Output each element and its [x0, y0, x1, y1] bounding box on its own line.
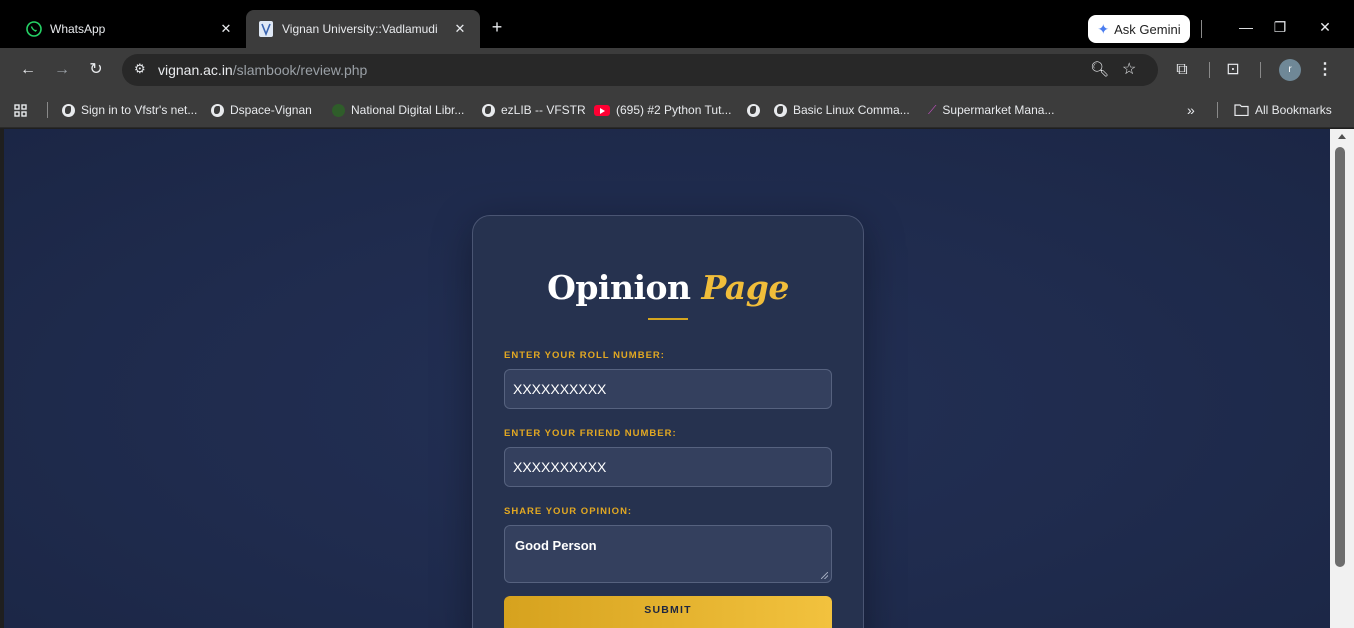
- profile-avatar[interactable]: r: [1279, 59, 1301, 81]
- page-viewport: Opinion Page ENTER YOUR ROLL NUMBER: XXX…: [4, 129, 1330, 628]
- tab-search-icon[interactable]: ⊡: [1222, 60, 1244, 80]
- title-accent: Page: [701, 268, 790, 307]
- more-bookmarks-chevron-icon[interactable]: »: [1187, 102, 1195, 118]
- minimize-icon[interactable]: —: [1232, 16, 1260, 38]
- ask-gemini-label: Ask Gemini: [1114, 21, 1181, 37]
- tab-whatsapp[interactable]: WhatsApp ✕: [14, 14, 246, 44]
- folder-icon: [1234, 104, 1249, 116]
- globe-icon: [482, 103, 495, 117]
- tab-vignan[interactable]: Vignan University::Vadlamudi ✕: [246, 10, 480, 48]
- all-bookmarks-label: All Bookmarks: [1255, 103, 1332, 117]
- site-settings-icon[interactable]: ⚙: [134, 61, 146, 77]
- scrollbar-thumb[interactable]: [1335, 147, 1345, 567]
- bookmark-supermarket[interactable]: ⟋ Supermarket Mana...: [928, 102, 1054, 118]
- globe-icon: [774, 103, 787, 117]
- opinion-text: Good Person: [515, 538, 597, 553]
- gemini-sparkle-icon: ✦: [1097, 20, 1110, 37]
- bookmarks-bar: Sign in to Vfstr's net... Dspace-Vignan …: [0, 92, 1354, 128]
- code-icon: ⟋: [928, 102, 937, 117]
- opinion-label: SHARE YOUR OPINION:: [504, 506, 633, 517]
- scroll-up-arrow-icon[interactable]: [1338, 134, 1346, 139]
- extensions-icon[interactable]: ⧉: [1171, 60, 1193, 80]
- bookmark-ezlib[interactable]: ezLIB -- VFSTR: [482, 102, 586, 118]
- friend-number-input[interactable]: XXXXXXXXXX: [504, 447, 832, 487]
- text-caret: [831, 526, 832, 542]
- bookmark-vfstr[interactable]: Sign in to Vfstr's net...: [62, 102, 197, 118]
- vignan-favicon: [258, 21, 274, 37]
- submit-button[interactable]: SUBMIT: [504, 596, 832, 628]
- ask-gemini-button[interactable]: ✦ Ask Gemini: [1088, 15, 1190, 43]
- opinion-card: Opinion Page ENTER YOUR ROLL NUMBER: XXX…: [472, 215, 864, 628]
- globe-icon: [211, 103, 224, 117]
- bookmark-label: Dspace-Vignan: [230, 103, 312, 117]
- opinion-textarea[interactable]: Good Person: [504, 525, 832, 583]
- reload-icon[interactable]: ↻: [85, 60, 107, 80]
- ndl-icon: [332, 103, 345, 117]
- url-text[interactable]: vignan.ac.in/slambook/review.php: [158, 62, 367, 78]
- close-window-icon[interactable]: ✕: [1311, 16, 1339, 38]
- zoom-icon[interactable]: 🔍︎: [1090, 60, 1109, 78]
- bookmark-linux[interactable]: Basic Linux Comma...: [774, 102, 910, 118]
- divider: [47, 102, 48, 118]
- browser-toolbar: ← → ↻ ⚙ vignan.ac.in/slambook/review.php…: [0, 48, 1354, 92]
- address-bar[interactable]: ⚙ vignan.ac.in/slambook/review.php 🔍︎ ☆: [122, 54, 1158, 86]
- globe-icon: [747, 103, 760, 117]
- bookmark-label: National Digital Libr...: [351, 103, 465, 117]
- bookmark-python-tut[interactable]: (695) #2 Python Tut...: [594, 102, 731, 118]
- forward-arrow-icon[interactable]: →: [51, 60, 73, 80]
- page-title: Opinion Page: [473, 268, 863, 307]
- tab-strip: WhatsApp ✕ Vignan University::Vadlamudi …: [0, 0, 1354, 48]
- bookmark-label: (695) #2 Python Tut...: [616, 103, 732, 117]
- bookmark-label: ezLIB -- VFSTR: [501, 103, 586, 117]
- bookmark-label: Supermarket Mana...: [942, 103, 1055, 117]
- bookmark-star-icon[interactable]: ☆: [1122, 59, 1136, 79]
- bookmark-label: Basic Linux Comma...: [793, 103, 910, 117]
- restore-icon[interactable]: ❐: [1266, 16, 1294, 38]
- bookmark-blank[interactable]: [747, 102, 760, 118]
- friend-number-label: ENTER YOUR FRIEND NUMBER:: [504, 428, 677, 439]
- bookmark-label: Sign in to Vfstr's net...: [81, 103, 198, 117]
- bookmark-ndl[interactable]: National Digital Libr...: [332, 102, 464, 118]
- url-path: /slambook/review.php: [232, 62, 368, 78]
- all-bookmarks-button[interactable]: All Bookmarks: [1234, 102, 1332, 118]
- divider: [1260, 62, 1261, 78]
- whatsapp-icon: [26, 21, 42, 37]
- divider: [1201, 20, 1202, 38]
- divider: [1217, 102, 1218, 118]
- close-tab-icon[interactable]: ✕: [218, 21, 234, 37]
- divider: [1209, 62, 1210, 78]
- resize-handle-icon[interactable]: [821, 572, 828, 579]
- roll-number-input[interactable]: XXXXXXXXXX: [504, 369, 832, 409]
- tab-title: WhatsApp: [50, 22, 106, 36]
- youtube-icon: [594, 104, 610, 116]
- vertical-scrollbar[interactable]: [1330, 129, 1354, 628]
- menu-kebab-icon[interactable]: ⋮: [1314, 60, 1336, 80]
- apps-grid-icon[interactable]: [14, 102, 27, 118]
- back-arrow-icon[interactable]: ←: [17, 60, 39, 80]
- roll-number-label: ENTER YOUR ROLL NUMBER:: [504, 350, 665, 361]
- new-tab-icon[interactable]: +: [487, 18, 507, 38]
- tab-title: Vignan University::Vadlamudi: [282, 22, 438, 36]
- close-tab-icon[interactable]: ✕: [452, 21, 468, 37]
- bookmark-dspace[interactable]: Dspace-Vignan: [211, 102, 312, 118]
- title-underline: [648, 318, 688, 320]
- title-main: Opinion: [547, 268, 691, 307]
- globe-icon: [62, 103, 75, 117]
- url-host: vignan.ac.in: [158, 62, 233, 78]
